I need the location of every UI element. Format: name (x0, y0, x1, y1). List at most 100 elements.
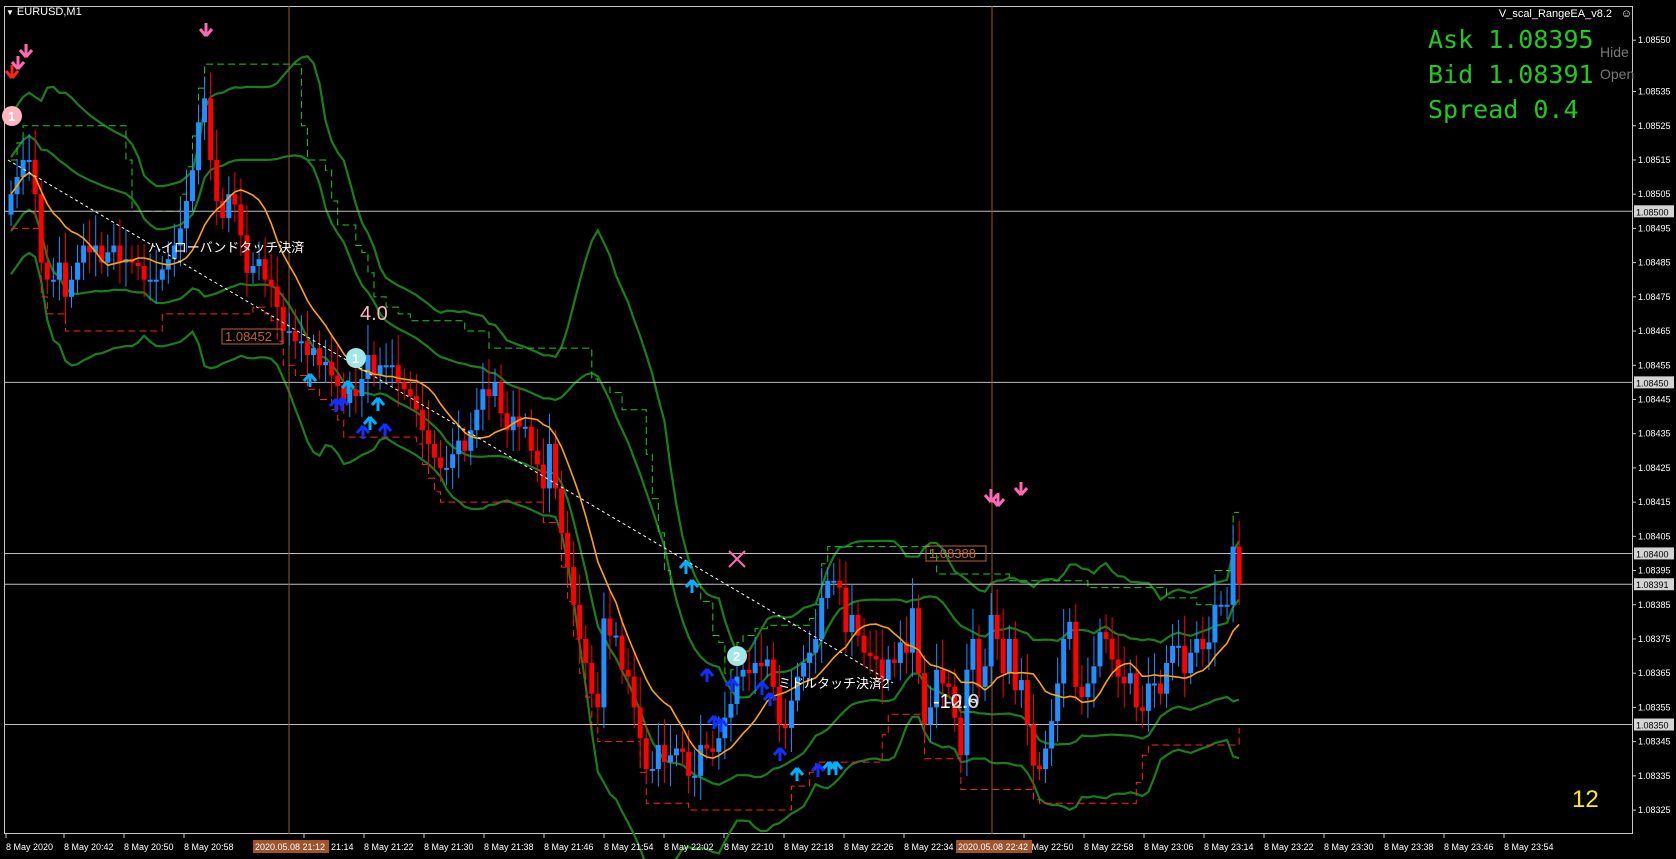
price-tick-label: 1.08550 (1638, 35, 1671, 45)
time-highlight-label: 2020.05.08 22:42 (958, 842, 1028, 852)
time-tick-label: 8 May 20:42 (64, 842, 114, 852)
candle (26, 159, 32, 162)
candle (1067, 621, 1073, 639)
candle (492, 382, 498, 397)
candle (208, 98, 214, 160)
candle (1200, 638, 1206, 650)
candle (359, 378, 365, 397)
candle (62, 262, 68, 297)
candle (1182, 645, 1188, 674)
buy-arrow-icon (754, 681, 770, 695)
candle (958, 717, 964, 756)
candle (686, 751, 692, 776)
candle (1018, 680, 1024, 691)
price-tick-label: 1.08400 (1636, 549, 1669, 559)
candle (643, 738, 649, 769)
candle (407, 389, 413, 397)
candle (1194, 638, 1200, 653)
candle (262, 259, 268, 280)
candle (69, 279, 74, 297)
candle (1079, 686, 1085, 698)
hide-button[interactable]: Hide (1600, 44, 1629, 60)
sell-arrow-icon (1013, 482, 1029, 496)
band-line (10, 251, 1240, 859)
time-tick-label: 8 May 22:18 (784, 842, 834, 852)
candle (1085, 683, 1091, 698)
candle (801, 662, 807, 677)
candle (825, 580, 831, 598)
price-box-2: 1.08388 (929, 546, 976, 561)
candle (674, 748, 679, 756)
candle (1024, 680, 1030, 725)
candle (8, 194, 14, 215)
candle (286, 331, 292, 334)
time-highlight-label: 2020.05.08 21:12 (255, 842, 325, 852)
candle (1103, 632, 1109, 639)
price-chart[interactable]: ハイローバンドタッチ決済ミドルタッチ決済24.0-10.6-2.91.08452… (0, 0, 1676, 859)
price-tick-label: 1.08391 (1636, 580, 1669, 590)
candle (546, 443, 552, 489)
candle (583, 638, 589, 663)
buy-arrow-icon (810, 763, 826, 777)
symbol-text: EURUSD,M1 (16, 6, 82, 18)
candle (740, 669, 746, 677)
candle (752, 662, 758, 674)
candle (468, 430, 474, 451)
ask-text: Ask 1.08395 (1428, 25, 1594, 54)
candle (522, 426, 528, 429)
candle (553, 443, 558, 489)
counter-label: 12 (1572, 786, 1599, 813)
candle (250, 266, 256, 273)
moving-average-line (10, 171, 1240, 760)
time-tick-label: 8 May 23:14 (1204, 842, 1254, 852)
time-tick-label: 8 May 22:26 (844, 842, 894, 852)
candle (480, 389, 486, 410)
candle (44, 262, 50, 280)
candle (419, 409, 425, 431)
candle (383, 365, 389, 368)
spread-text: Spread 0.4 (1428, 95, 1579, 124)
time-tick-label: 8 May 23:30 (1324, 842, 1374, 852)
exit-label-middle: ミドルタッチ決済2 (778, 676, 889, 691)
loss-label-overlay: -2.9 (945, 691, 979, 713)
candle (1145, 683, 1151, 711)
candle (135, 262, 141, 267)
candle (758, 662, 764, 667)
candle (474, 409, 480, 431)
candle (1164, 662, 1170, 694)
price-tick-label: 1.08355 (1638, 702, 1671, 712)
chart-window[interactable]: ハイローバンドタッチ決済 ミドルタッチ決済2 4.0 -10.6 -2.9 1.08452… (0, 0, 1676, 859)
candle (1158, 683, 1163, 694)
candle (1224, 604, 1230, 607)
candle (891, 659, 897, 663)
price-tick-label: 1.08505 (1638, 189, 1671, 199)
candle (813, 638, 819, 653)
candle (710, 748, 716, 752)
open-button[interactable]: Open (1600, 66, 1634, 82)
candle (661, 745, 667, 763)
candle (147, 279, 153, 282)
candle (462, 440, 468, 451)
candle (649, 768, 655, 771)
candle (280, 307, 286, 332)
candle (619, 635, 625, 670)
candle (105, 252, 111, 263)
candle (1170, 645, 1176, 663)
buy-arrow-icon (789, 767, 805, 781)
candle (183, 201, 189, 229)
candle (56, 262, 62, 280)
price-axis: 1.08550 1.08535 1.08525 1.08515 1.08505 1.085… (1633, 35, 1674, 815)
candle (214, 159, 220, 202)
triangle-down-icon[interactable]: ▼ (6, 8, 14, 17)
candle (1139, 707, 1145, 711)
expert-advisor-label: V_scal_RangeEA_v8.2 (1498, 8, 1612, 20)
candle (111, 245, 117, 253)
candle (807, 652, 813, 663)
price-panel: Ask 1.08395 Bid 1.08391 Spread 0.4 (1428, 22, 1594, 127)
time-tick-label: 8 May 23:54 (1504, 842, 1554, 852)
candle (498, 382, 504, 414)
price-tick-label: 1.08405 (1638, 531, 1671, 541)
time-tick-label: 8 May 20:58 (184, 842, 234, 852)
candle (389, 365, 395, 368)
price-tick-label: 1.08435 (1638, 429, 1671, 439)
